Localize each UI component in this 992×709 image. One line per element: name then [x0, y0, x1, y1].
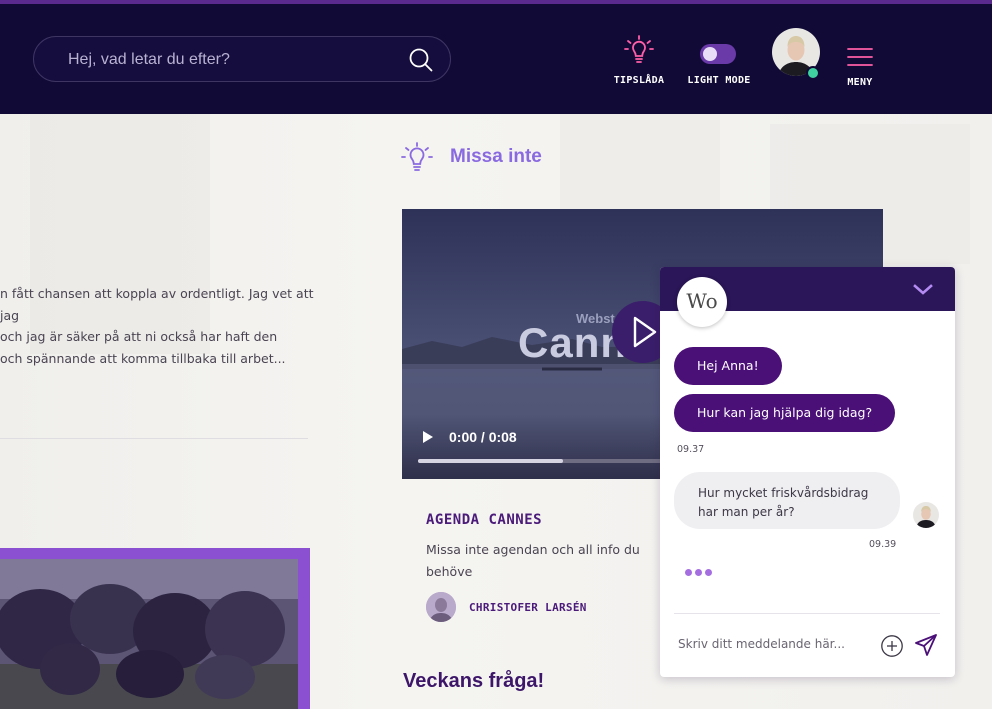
bot-message: Hej Anna! [674, 347, 782, 385]
bot-message-time: 09.37 [677, 444, 705, 455]
user-message-avatar [913, 502, 939, 528]
bot-message: Hur kan jag hjälpa dig idag? [674, 394, 896, 432]
hamburger-menu-icon [847, 48, 873, 66]
toggle-icon[interactable] [700, 44, 736, 64]
video-time: 0:00 / 0:08 [449, 429, 517, 445]
agenda-title[interactable]: AGENDA CANNES [426, 512, 542, 528]
light-mode-label: LIGHT MODE [687, 75, 751, 86]
user-message-time: 09.39 [869, 539, 897, 550]
chat-widget: Wo Hej Anna! Hur kan jag hjälpa dig idag… [660, 267, 955, 677]
play-icon[interactable] [422, 430, 434, 444]
author-name[interactable]: CHRISTOFER LARSÉN [469, 601, 587, 614]
chat-divider [674, 613, 940, 614]
online-status-dot [806, 66, 820, 80]
user-message: Hur mycket friskvårdsbidrag har man per … [674, 472, 900, 529]
tipslada-label: TIPSLÅDA [613, 75, 665, 86]
plus-circle-icon[interactable] [880, 634, 904, 658]
chat-logo: Wo [677, 277, 727, 327]
search-icon[interactable] [408, 47, 434, 73]
send-icon[interactable] [914, 633, 938, 657]
search-bar[interactable] [33, 36, 451, 82]
section-divider [0, 438, 308, 439]
missa-inte-heading: Missa inte [450, 146, 542, 167]
video-progress-fill [418, 459, 564, 463]
menu-label: MENY [847, 77, 873, 88]
post-excerpt: n fått chansen att koppla av ordentligt.… [0, 286, 314, 366]
lightbulb-icon [624, 35, 654, 63]
chat-logo-text: Wo [686, 289, 718, 313]
site-header: TIPSLÅDA LIGHT MODE MENY [0, 4, 992, 114]
chat-message-input[interactable] [678, 634, 868, 654]
featured-image[interactable] [0, 559, 298, 709]
toggle-knob [703, 47, 717, 61]
search-input[interactable] [68, 49, 398, 71]
agenda-text: Missa inte agendan och all info du behöv… [426, 542, 640, 579]
author-avatar [426, 592, 456, 622]
chevron-down-icon[interactable] [913, 283, 933, 297]
video-overlay-title: Cann [518, 319, 627, 366]
veckans-fraga-heading: Veckans fråga! [403, 670, 545, 692]
lightbulb-icon [401, 142, 433, 171]
typing-indicator [685, 569, 715, 577]
